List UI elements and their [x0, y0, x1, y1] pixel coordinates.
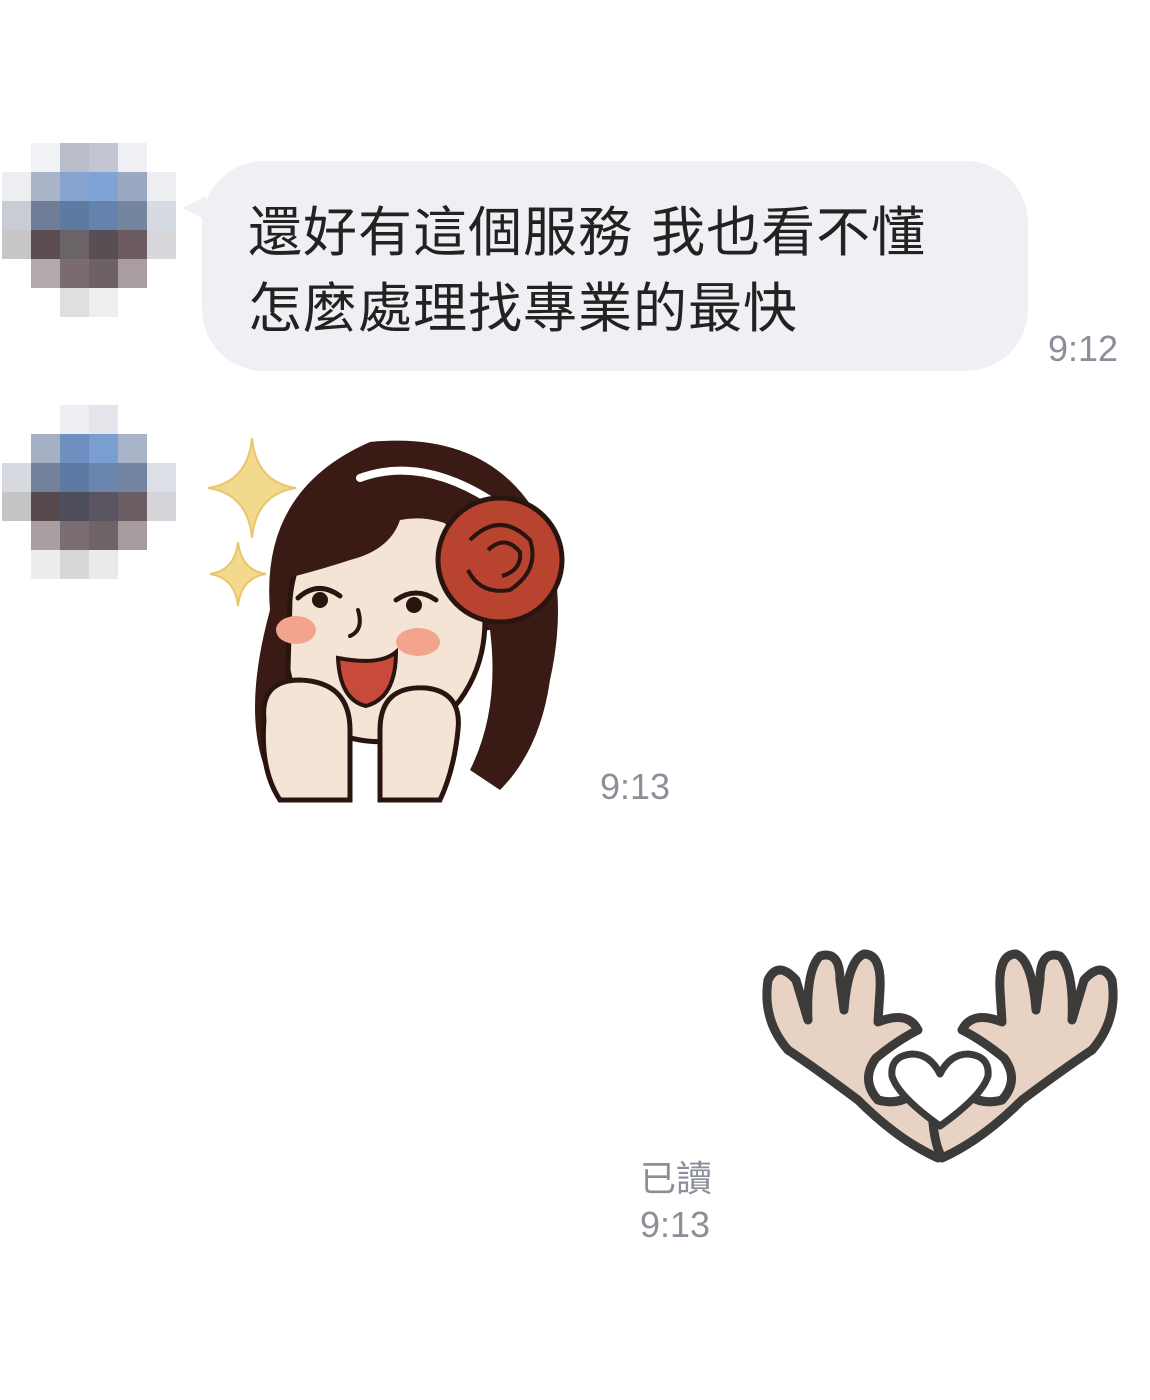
girl-with-rose-sticker-icon[interactable]	[200, 430, 580, 810]
text-message-bubble[interactable]: 還好有這個服務 我也看不懂 怎麼處理找專業的最快	[202, 161, 1028, 371]
sender-avatar[interactable]	[2, 405, 178, 581]
message-text-line: 還好有這個服務 我也看不懂	[248, 201, 927, 264]
message-text-line: 怎麼處理找專業的最快	[248, 277, 798, 340]
message-timestamp: 9:13	[640, 1204, 711, 1245]
message-timestamp: 9:12	[1048, 328, 1119, 369]
read-receipt: 已讀	[640, 1159, 713, 1200]
heart-hands-sticker-icon[interactable]	[748, 940, 1132, 1172]
message-timestamp: 9:13	[600, 766, 671, 807]
sender-avatar[interactable]	[2, 143, 178, 319]
